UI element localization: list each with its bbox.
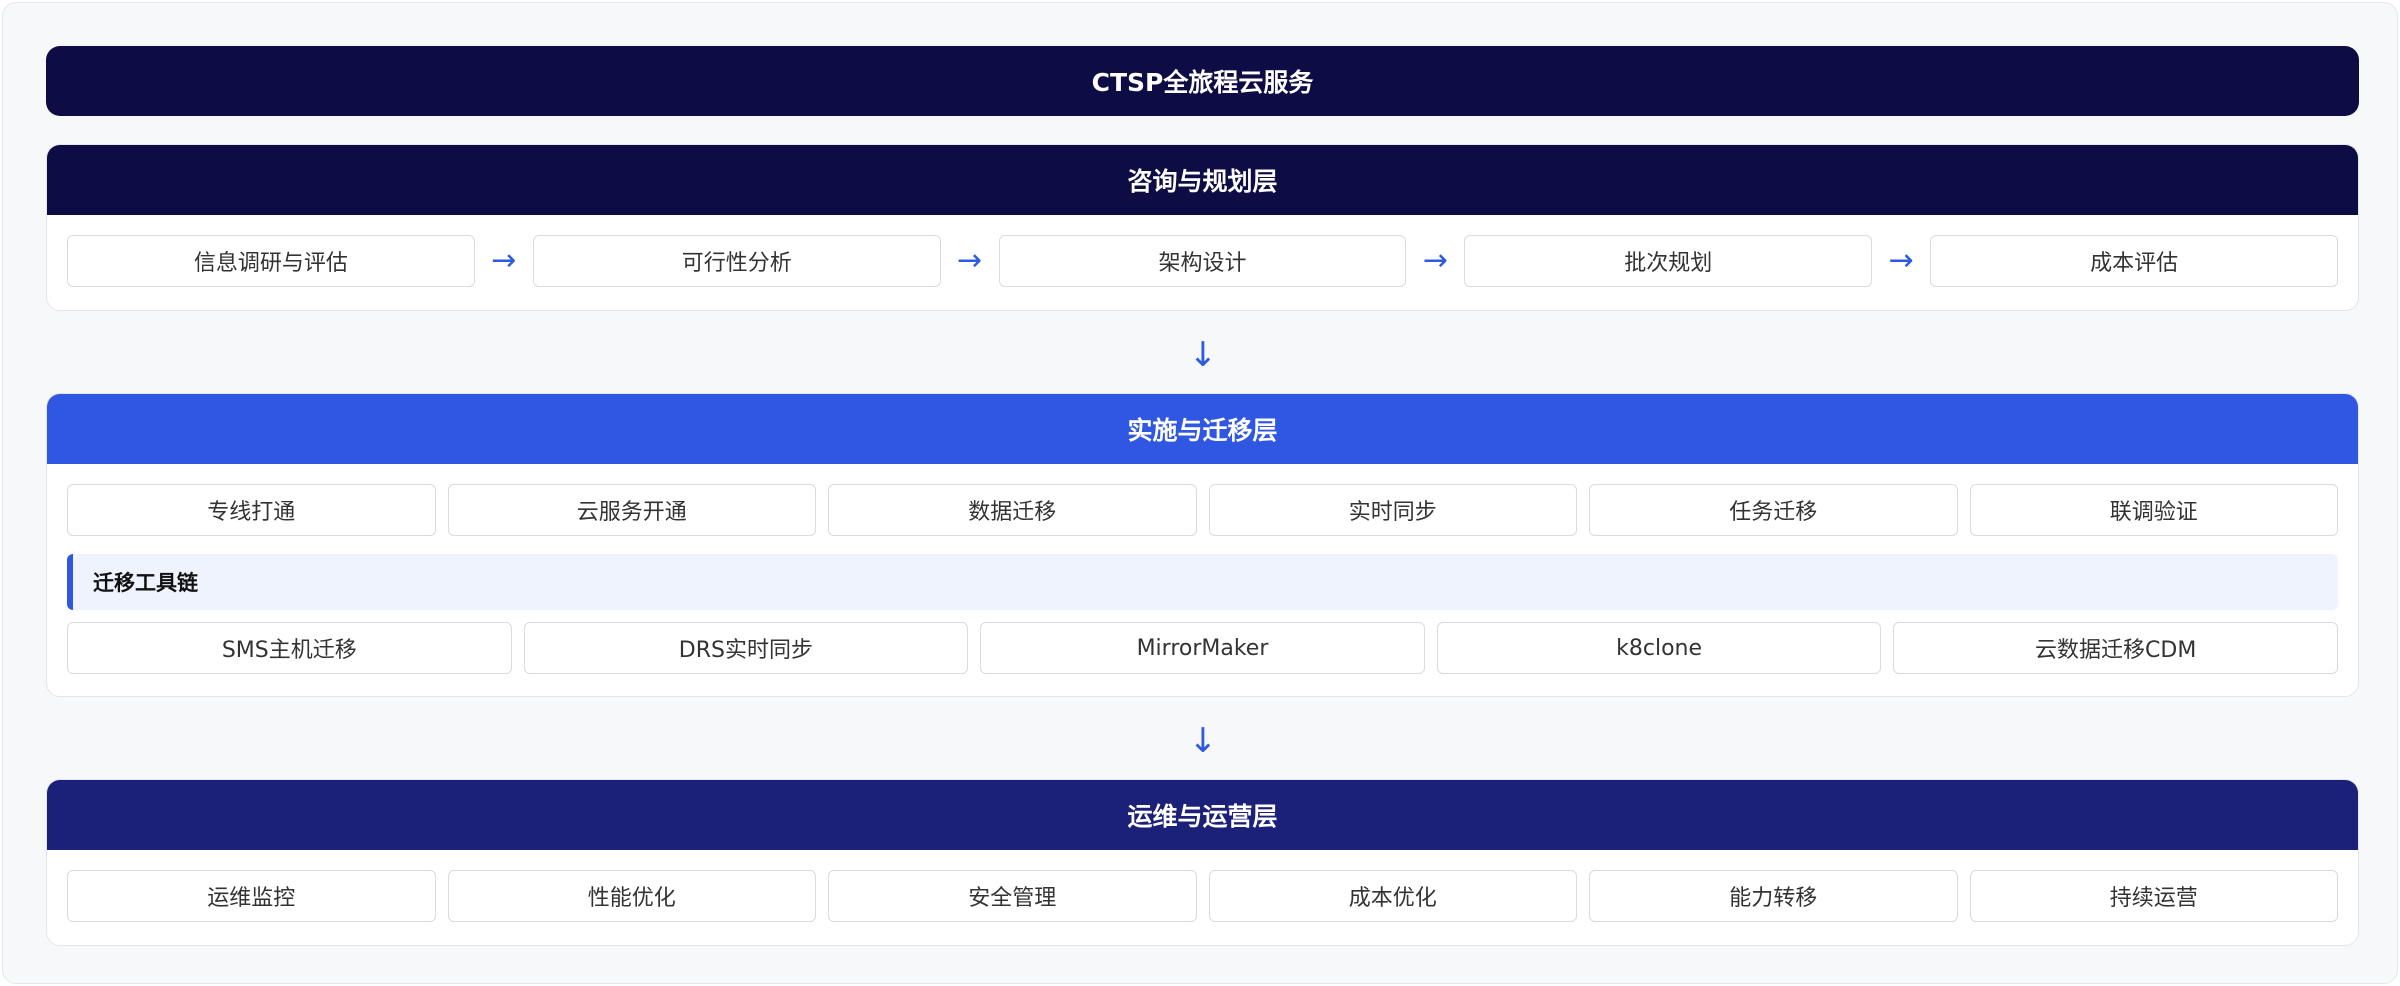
right-arrow-icon: → xyxy=(1422,243,1448,278)
toolchain-header: 迁移工具链 xyxy=(67,554,2338,610)
right-arrow-icon: → xyxy=(491,243,517,278)
tool-box: k8clone xyxy=(1436,622,1882,674)
consult-flow-row: 信息调研与评估 → 可行性分析 → 架构设计 → 批次规划 → 成本评估 xyxy=(67,235,2338,287)
step-box: 数据迁移 xyxy=(828,484,1197,536)
down-arrow-icon: ↓ xyxy=(1188,335,1218,375)
consult-layer: 咨询与规划层 信息调研与评估 → 可行性分析 → 架构设计 → 批次规划 → 成… xyxy=(46,144,2359,311)
diagram-title: CTSP全旅程云服务 xyxy=(1091,68,1314,97)
title-banner: CTSP全旅程云服务 xyxy=(46,46,2359,116)
step-box: 云服务开通 xyxy=(447,484,816,536)
step-box: 成本评估 xyxy=(1930,235,2338,287)
right-arrow-icon: → xyxy=(957,243,983,278)
step-box: 性能优化 xyxy=(447,870,816,922)
step-box: 联调验证 xyxy=(1969,484,2338,536)
step-box: 可行性分析 xyxy=(532,235,941,287)
step-box: 成本优化 xyxy=(1208,870,1577,922)
tool-box: MirrorMaker xyxy=(980,622,1425,674)
step-box: 安全管理 xyxy=(828,870,1197,922)
toolchain-row: SMS主机迁移 DRS实时同步 MirrorMaker k8clone 云数据迁… xyxy=(67,622,2338,674)
right-arrow-icon: → xyxy=(1888,243,1914,278)
step-box: 专线打通 xyxy=(67,484,436,536)
migrate-steps-row: 专线打通 云服务开通 数据迁移 实时同步 任务迁移 联调验证 xyxy=(67,484,2338,536)
step-box: 实时同步 xyxy=(1208,484,1577,536)
down-arrow-icon: ↓ xyxy=(1188,721,1218,761)
migrate-layer: 实施与迁移层 专线打通 云服务开通 数据迁移 实时同步 任务迁移 联调验证 迁移… xyxy=(46,393,2359,697)
tool-box: SMS主机迁移 xyxy=(67,622,512,674)
operate-layer-title: 运维与运营层 xyxy=(1127,802,1278,831)
step-box: 持续运营 xyxy=(1969,870,2338,922)
migrate-layer-header: 实施与迁移层 xyxy=(47,394,2358,464)
step-box: 能力转移 xyxy=(1589,870,1958,922)
operate-layer: 运维与运营层 运维监控 性能优化 安全管理 成本优化 能力转移 持续运营 xyxy=(46,779,2359,946)
operate-steps-row: 运维监控 性能优化 安全管理 成本优化 能力转移 持续运营 xyxy=(67,870,2338,922)
toolchain-label: 迁移工具链 xyxy=(93,571,198,595)
step-box: 架构设计 xyxy=(998,235,1407,287)
step-box: 运维监控 xyxy=(67,870,436,922)
step-box: 批次规划 xyxy=(1464,235,1873,287)
operate-layer-header: 运维与运营层 xyxy=(47,780,2358,850)
consult-layer-title: 咨询与规划层 xyxy=(1127,167,1278,196)
consult-layer-header: 咨询与规划层 xyxy=(47,145,2358,215)
tool-box: 云数据迁移CDM xyxy=(1893,622,2338,674)
tool-box: DRS实时同步 xyxy=(523,622,969,674)
step-box: 信息调研与评估 xyxy=(67,235,475,287)
step-box: 任务迁移 xyxy=(1589,484,1958,536)
migrate-layer-title: 实施与迁移层 xyxy=(1127,416,1278,445)
diagram-canvas: CTSP全旅程云服务 咨询与规划层 信息调研与评估 → 可行性分析 → 架构设计… xyxy=(2,2,2398,984)
